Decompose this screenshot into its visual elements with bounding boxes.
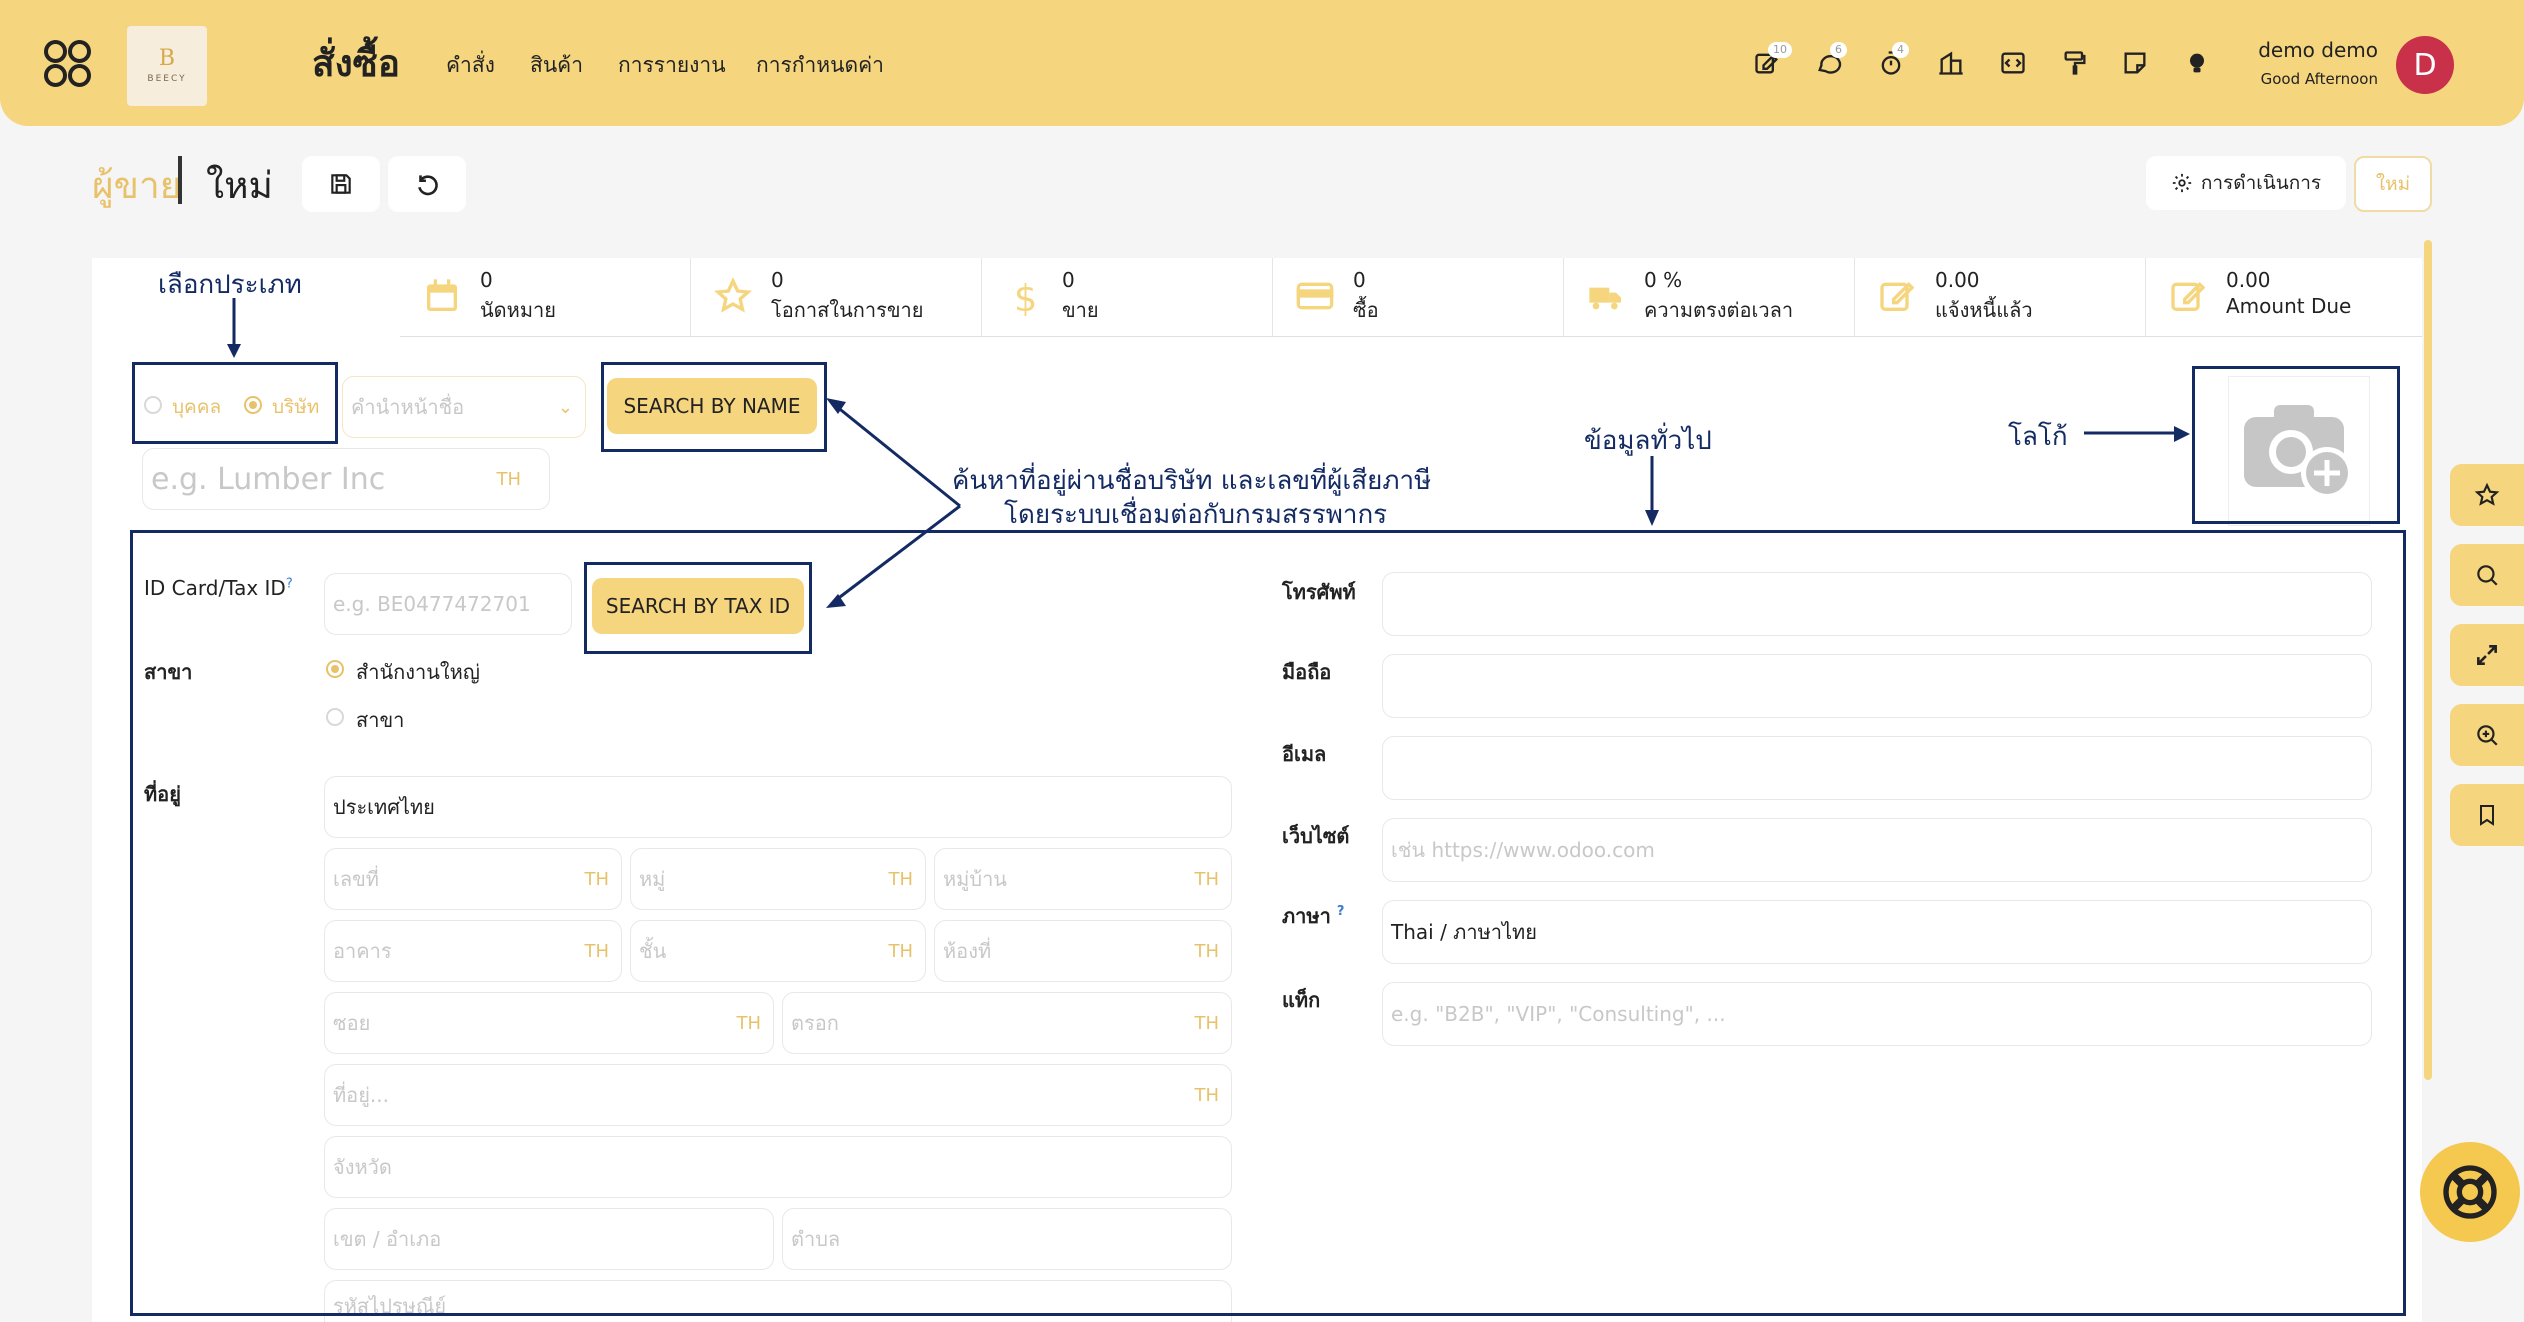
favorite-side-button[interactable]: [2450, 464, 2524, 526]
annotation-box-general-info: [130, 530, 2406, 1316]
top-navbar: B BEECY สั่งซื้อ คำสั่ง สินค้า การรายงาน…: [0, 0, 2524, 126]
gear-icon: [2172, 173, 2192, 193]
company-switch-icon[interactable]: [1934, 46, 1968, 80]
paint-roller-icon[interactable]: [2058, 46, 2092, 80]
calendar-icon: [427, 279, 457, 311]
annotation-box-search-name: [601, 362, 827, 452]
user-name[interactable]: demo demo: [2258, 38, 2378, 62]
stat-purchases[interactable]: 0 ซื้อ: [1273, 258, 1564, 336]
bookmark-icon: [2480, 805, 2494, 826]
dollar-icon: $: [1014, 277, 1037, 316]
new-button[interactable]: ใหม่: [2354, 156, 2432, 212]
menu-configuration[interactable]: การกำหนดค่า: [756, 49, 884, 82]
stat-value: 0 %: [1644, 268, 1683, 292]
apps-menu-icon[interactable]: [44, 40, 92, 88]
user-greeting: Good Afternoon: [2260, 70, 2378, 88]
action-menu-button[interactable]: การดำเนินการ: [2146, 156, 2346, 210]
annotation-general-info: ข้อมูลทั่วไป: [1584, 426, 1712, 456]
truck-icon: [1589, 287, 1621, 310]
logo-text: BEECY: [147, 74, 187, 84]
app-title: สั่งซื้อ: [312, 42, 400, 85]
breadcrumb-parent[interactable]: ผู้ขาย: [92, 156, 181, 215]
undo-icon: [418, 175, 438, 196]
discard-button[interactable]: [388, 156, 466, 212]
messages-badge: 6: [1830, 42, 1847, 58]
arrow-down-annotation: [1645, 456, 1659, 526]
lang-tag[interactable]: TH: [496, 469, 521, 490]
menu-orders[interactable]: คำสั่ง: [446, 49, 495, 82]
timer-icon[interactable]: 4: [1874, 42, 1909, 80]
note-icon[interactable]: [2118, 46, 2152, 80]
action-menu-label: การดำเนินการ: [2200, 172, 2322, 194]
stat-amount-due[interactable]: 0.00 Amount Due: [2146, 258, 2436, 336]
smart-buttons-bar: 0 นัดหมาย 0 โอกาสในการขาย $ 0 ขาย 0 ซื้อ…: [400, 258, 2422, 337]
company-name-input[interactable]: e.g. Lumber Inc TH: [142, 448, 550, 510]
stat-opportunities[interactable]: 0 โอกาสในการขาย: [691, 258, 982, 336]
lightbulb-icon[interactable]: [2180, 46, 2214, 80]
save-icon: [331, 174, 351, 194]
stat-value: 0: [480, 268, 493, 292]
edit-icon: [2171, 281, 2206, 311]
breadcrumb-separator: [178, 156, 182, 204]
expand-icon: [2477, 645, 2497, 665]
credit-card-icon: [1296, 282, 1334, 310]
save-button[interactable]: [302, 156, 380, 212]
menu-reporting[interactable]: การรายงาน: [618, 49, 726, 82]
arrow-right-annotation: [2084, 426, 2190, 442]
stat-label: Amount Due: [2226, 294, 2352, 318]
zoom-in-icon: [2477, 725, 2498, 746]
stat-value: 0: [1062, 268, 1075, 292]
expand-side-button[interactable]: [2450, 624, 2524, 686]
scrollbar[interactable]: [2424, 240, 2432, 1080]
stat-invoiced[interactable]: 0.00 แจ้งหนี้แล้ว: [1855, 258, 2146, 336]
annotation-logo: โลโก้: [2008, 422, 2068, 452]
annotation-search-note-2: โดยระบบเชื่อมต่อกับกรมสรรพากร: [1004, 500, 1388, 530]
arrow-down-annotation: [227, 298, 241, 358]
menu-products[interactable]: สินค้า: [530, 49, 583, 82]
stat-value: 0: [1353, 268, 1366, 292]
breadcrumb-current: ใหม่: [206, 164, 273, 207]
lifebuoy-icon: [2443, 1165, 2497, 1219]
stat-label: ซื้อ: [1353, 298, 1379, 322]
activity-badge: 10: [1768, 42, 1792, 58]
annotation-box-type: [132, 362, 338, 444]
annotation-box-logo: [2192, 366, 2400, 524]
stat-value: 0: [771, 268, 784, 292]
avatar[interactable]: D: [2396, 36, 2454, 94]
stat-label: ขาย: [1062, 298, 1099, 322]
code-icon[interactable]: [1996, 46, 2030, 80]
edit-icon: [1880, 281, 1915, 311]
stat-value: 0.00: [2226, 268, 2271, 292]
stat-sales[interactable]: $ 0 ขาย: [982, 258, 1273, 336]
stat-meetings[interactable]: 0 นัดหมาย: [400, 258, 691, 336]
stat-value: 0.00: [1935, 268, 1980, 292]
stat-label: นัดหมาย: [480, 298, 556, 322]
stat-label: โอกาสในการขาย: [771, 298, 924, 322]
company-logo[interactable]: B BEECY: [127, 26, 207, 106]
stat-label: แจ้งหนี้แล้ว: [1935, 298, 2033, 322]
search-side-button[interactable]: [2450, 544, 2524, 606]
title-select[interactable]: คำนำหน้าชื่อ ⌄: [342, 376, 586, 438]
svg-text:$: $: [1014, 277, 1037, 316]
stat-on-time[interactable]: 0 % ความตรงต่อเวลา: [1564, 258, 1855, 336]
activity-icon[interactable]: 10: [1750, 42, 1792, 80]
bookmark-side-button[interactable]: [2450, 784, 2524, 846]
zoom-side-button[interactable]: [2450, 704, 2524, 766]
star-icon: [2474, 482, 2500, 506]
support-button[interactable]: [2420, 1142, 2520, 1242]
chevron-down-icon: ⌄: [557, 396, 573, 418]
star-icon: [714, 277, 752, 313]
stat-label: ความตรงต่อเวลา: [1644, 298, 1794, 322]
timer-badge: 4: [1892, 42, 1909, 58]
messages-icon[interactable]: 6: [1812, 42, 1847, 80]
search-icon: [2477, 565, 2498, 586]
